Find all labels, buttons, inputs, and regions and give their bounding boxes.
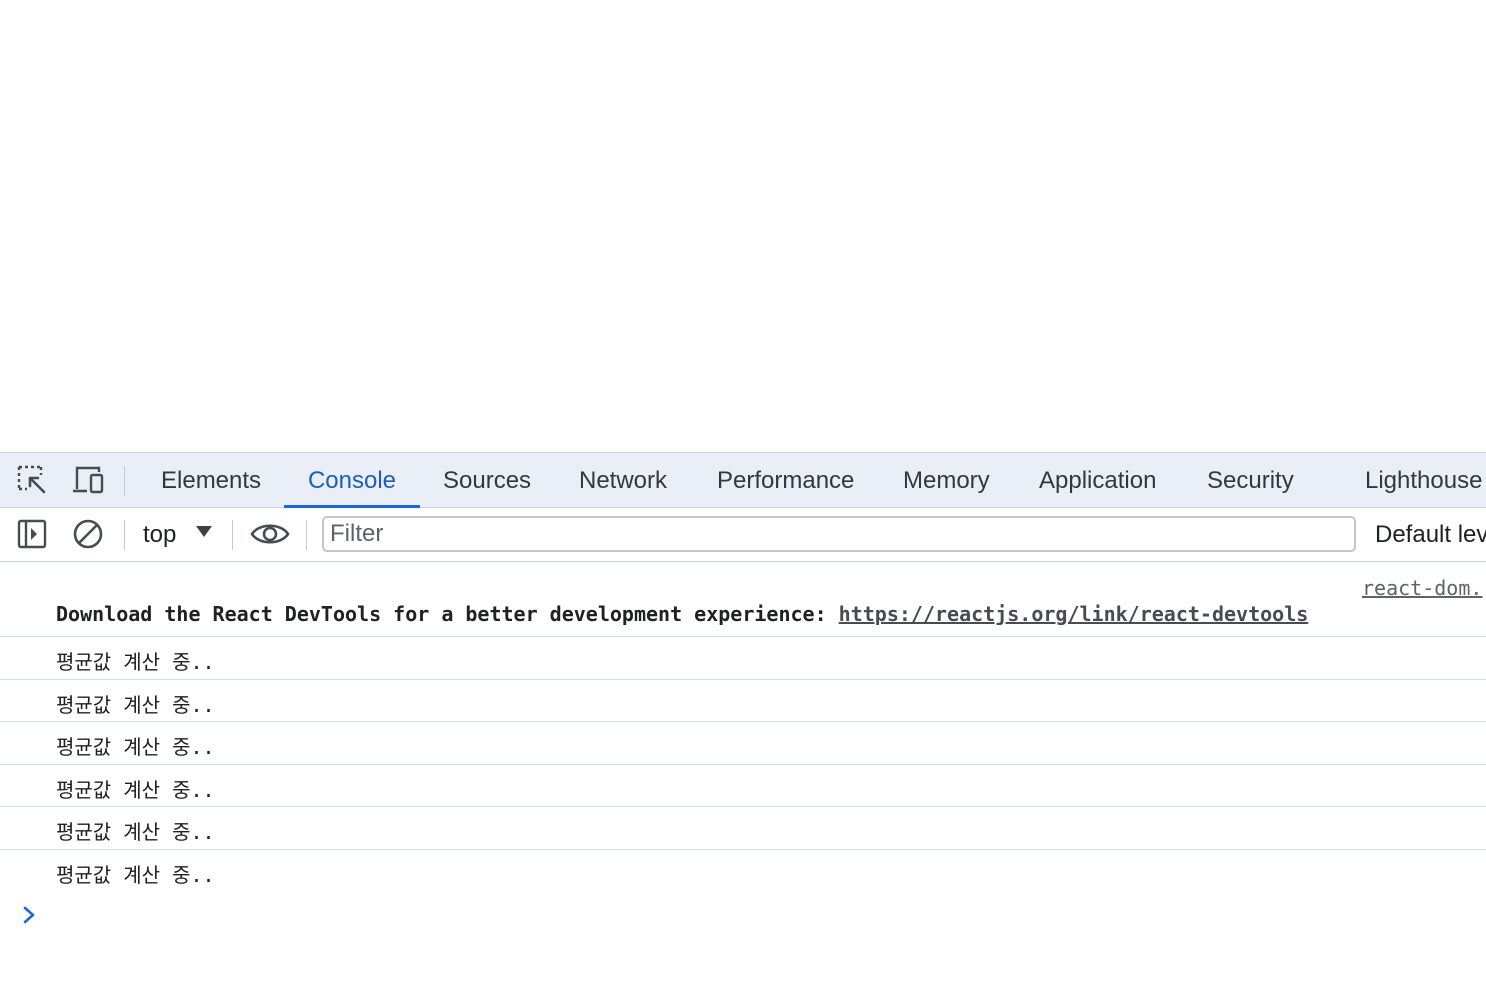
live-expression-eye-icon[interactable] bbox=[250, 517, 290, 551]
console-log-text: 평균값 계산 중.. bbox=[56, 735, 215, 759]
console-log-row: 평균값 계산 중.. bbox=[0, 807, 1486, 850]
tab-security[interactable]: Security bbox=[1207, 453, 1294, 508]
console-prompt-chevron-icon[interactable] bbox=[22, 904, 38, 926]
console-log-row: 평균값 계산 중.. bbox=[0, 850, 1486, 892]
tab-elements[interactable]: Elements bbox=[161, 453, 261, 508]
tab-performance[interactable]: Performance bbox=[717, 453, 854, 508]
devtools-tabbar: Elements Console Sources Network Perform… bbox=[0, 453, 1486, 508]
execution-context-select[interactable]: top bbox=[143, 517, 176, 553]
filter-input[interactable] bbox=[322, 516, 1356, 552]
device-toolbar-icon[interactable] bbox=[71, 463, 105, 497]
console-log-row: 평균값 계산 중.. bbox=[0, 722, 1486, 765]
tab-memory[interactable]: Memory bbox=[903, 453, 990, 508]
tab-lighthouse[interactable]: Lighthouse bbox=[1365, 453, 1482, 508]
chevron-down-icon[interactable] bbox=[196, 526, 212, 537]
console-message-text: Download the React DevTools for a better… bbox=[56, 602, 1308, 626]
log-levels-dropdown[interactable]: Default lev bbox=[1375, 517, 1486, 553]
console-log-text: 평균값 계산 중.. bbox=[56, 650, 215, 674]
tab-console[interactable]: Console bbox=[284, 453, 420, 508]
console-log-text: 평균값 계산 중.. bbox=[56, 778, 215, 802]
devtools-message-text: Download the React DevTools for a better… bbox=[56, 602, 839, 626]
console-sidebar-icon[interactable] bbox=[15, 517, 49, 551]
console-message: Download the React DevTools for a better… bbox=[0, 562, 1486, 637]
console-log-row: 평균값 계산 중.. bbox=[0, 765, 1486, 807]
console-log-row: 평균값 계산 중.. bbox=[0, 680, 1486, 722]
console-toolbar: top Default lev bbox=[0, 508, 1486, 562]
toolbar-separator bbox=[306, 520, 307, 550]
tab-application[interactable]: Application bbox=[1039, 453, 1156, 508]
tab-network[interactable]: Network bbox=[579, 453, 667, 508]
toolbar-separator bbox=[124, 520, 125, 550]
console-log-row: 평균값 계산 중.. bbox=[0, 637, 1486, 680]
devtools-panel: Elements Console Sources Network Perform… bbox=[0, 452, 1486, 982]
toolbar-separator bbox=[232, 520, 233, 550]
clear-console-icon[interactable] bbox=[71, 517, 105, 551]
console-log-text: 평균값 계산 중.. bbox=[56, 863, 215, 887]
toolbar-separator bbox=[124, 466, 125, 496]
console-log-text: 평균값 계산 중.. bbox=[56, 693, 215, 717]
console-log-text: 평균값 계산 중.. bbox=[56, 820, 215, 844]
inspect-element-icon[interactable] bbox=[15, 463, 49, 497]
tab-sources[interactable]: Sources bbox=[443, 453, 531, 508]
react-devtools-link[interactable]: https://reactjs.org/link/react-devtools bbox=[839, 602, 1309, 626]
page-viewport bbox=[0, 0, 1486, 452]
